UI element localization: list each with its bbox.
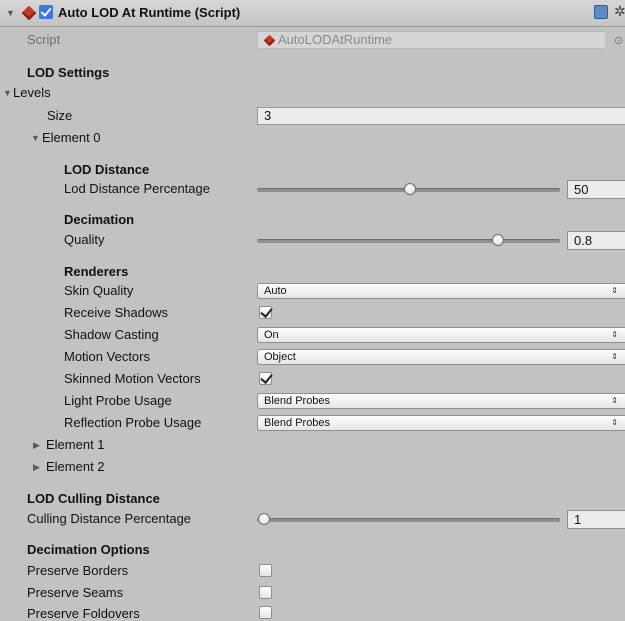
dropdown-arrow-icon: ⇕: [611, 418, 618, 427]
quality-slider-thumb[interactable]: [492, 234, 504, 246]
culling-distance-percentage-label: Culling Distance Percentage: [27, 511, 192, 526]
dropdown-arrow-icon: ⇕: [611, 286, 618, 295]
reflection-probe-usage-value: Blend Probes: [264, 417, 331, 429]
motion-vectors-label: Motion Vectors: [64, 349, 150, 364]
script-cube-icon: [263, 34, 276, 47]
lod-distance-slider-thumb[interactable]: [404, 183, 416, 195]
motion-vectors-value: Object: [264, 351, 296, 363]
lod-settings-heading: LOD Settings: [27, 65, 110, 80]
element0-label[interactable]: Element 0: [42, 130, 101, 145]
light-probe-usage-value: Blend Probes: [264, 395, 331, 407]
culling-distance-slider-track[interactable]: [257, 518, 560, 522]
shadow-casting-value: On: [264, 329, 279, 341]
gear-icon[interactable]: ✲: [614, 3, 625, 20]
lod-distance-percentage-label: Lod Distance Percentage: [64, 181, 210, 196]
skin-quality-value: Auto: [264, 285, 287, 297]
element1-label[interactable]: Element 1: [46, 437, 105, 452]
component-foldout-triangle[interactable]: ▼: [6, 8, 15, 18]
receive-shadows-label: Receive Shadows: [64, 305, 169, 320]
preserve-foldovers-label: Preserve Foldovers: [27, 606, 140, 621]
preserve-foldovers-checkbox[interactable]: [259, 606, 272, 619]
shadow-casting-label: Shadow Casting: [64, 327, 159, 342]
light-probe-usage-label: Light Probe Usage: [64, 393, 172, 408]
preserve-seams-label: Preserve Seams: [27, 585, 124, 600]
script-label: Script: [27, 32, 61, 47]
skinned-motion-vectors-label: Skinned Motion Vectors: [64, 371, 201, 386]
light-probe-usage-dropdown[interactable]: Blend Probes ⇕: [257, 393, 625, 409]
dropdown-arrow-icon: ⇕: [611, 352, 618, 361]
lod-distance-heading: LOD Distance: [64, 162, 150, 177]
dropdown-arrow-icon: ⇕: [611, 330, 618, 339]
levels-label[interactable]: Levels: [13, 85, 51, 100]
shadow-casting-dropdown[interactable]: On ⇕: [257, 327, 625, 343]
skin-quality-dropdown[interactable]: Auto ⇕: [257, 283, 625, 299]
component-title: Auto LOD At Runtime (Script): [58, 5, 241, 20]
decimation-options-heading: Decimation Options: [27, 542, 150, 557]
reflection-probe-usage-dropdown[interactable]: Blend Probes ⇕: [257, 415, 625, 431]
culling-distance-value-input[interactable]: 1: [567, 510, 625, 529]
lod-culling-distance-heading: LOD Culling Distance: [27, 491, 160, 506]
size-input[interactable]: 3: [257, 107, 625, 125]
skinned-motion-vectors-checkbox[interactable]: [259, 372, 272, 385]
help-book-icon[interactable]: [594, 5, 608, 19]
script-field: AutoLODAtRuntime: [257, 31, 605, 49]
motion-vectors-dropdown[interactable]: Object ⇕: [257, 349, 625, 365]
quality-value-input[interactable]: 0.8: [567, 231, 625, 250]
component-enabled-checkbox[interactable]: [39, 5, 53, 19]
preserve-seams-checkbox[interactable]: [259, 586, 272, 599]
script-value: AutoLODAtRuntime: [278, 32, 393, 47]
preserve-borders-checkbox[interactable]: [259, 564, 272, 577]
reflection-probe-usage-label: Reflection Probe Usage: [64, 415, 202, 430]
object-picker-target-icon[interactable]: ⊙: [614, 34, 623, 47]
preserve-borders-label: Preserve Borders: [27, 563, 129, 578]
element1-foldout-triangle[interactable]: ▶: [33, 440, 40, 451]
quality-label: Quality: [64, 232, 105, 247]
receive-shadows-checkbox[interactable]: [259, 306, 272, 319]
quality-slider-track[interactable]: [257, 239, 560, 243]
culling-distance-slider-thumb[interactable]: [258, 513, 270, 525]
renderers-heading: Renderers: [64, 264, 129, 279]
decimation-heading: Decimation: [64, 212, 135, 227]
element2-label[interactable]: Element 2: [46, 459, 105, 474]
levels-foldout-triangle[interactable]: ▼: [3, 88, 12, 98]
dropdown-arrow-icon: ⇕: [611, 396, 618, 405]
lod-distance-value-input[interactable]: 50: [567, 180, 625, 199]
element2-foldout-triangle[interactable]: ▶: [33, 462, 40, 473]
size-label: Size: [47, 108, 73, 123]
element0-foldout-triangle[interactable]: ▼: [31, 133, 40, 143]
skin-quality-label: Skin Quality: [64, 283, 134, 298]
